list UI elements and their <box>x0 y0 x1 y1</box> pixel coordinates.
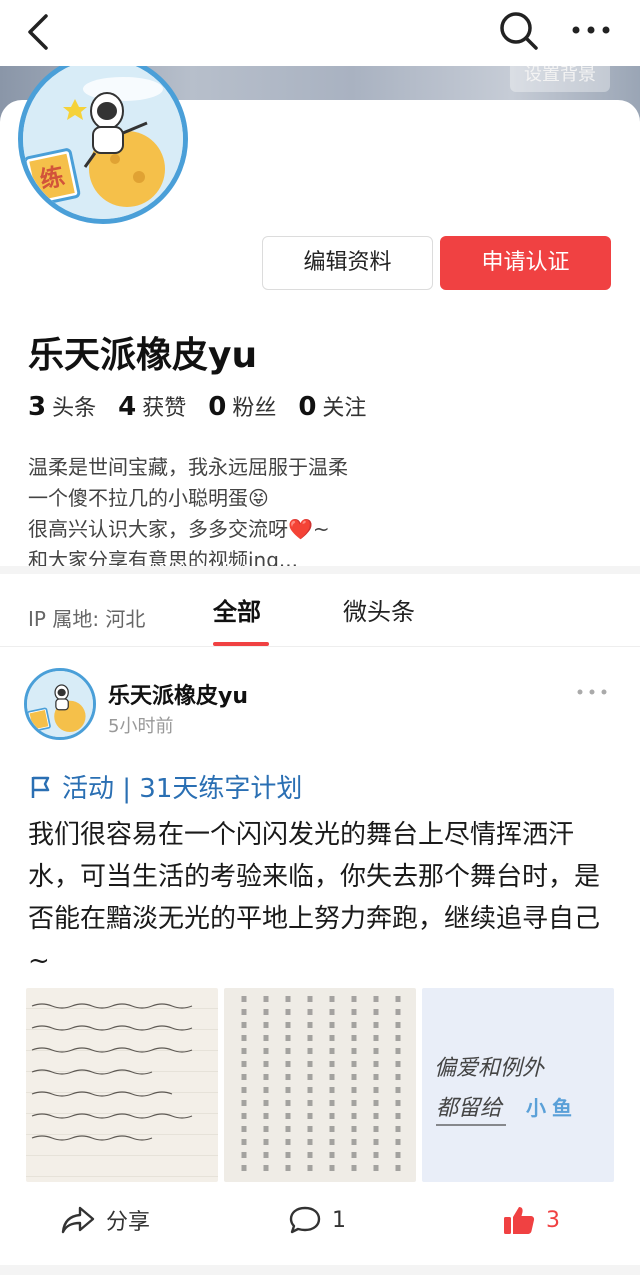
thumbs-up-icon <box>504 1207 535 1234</box>
back-icon[interactable] <box>18 10 62 54</box>
share-label: 分享 <box>106 1210 151 1235</box>
quote-line-1: 偏爱和例外 <box>434 1056 545 1081</box>
stat-number: 0 <box>298 392 317 422</box>
stat-likes[interactable]: 4 获赞 <box>118 390 186 422</box>
stat-label: 粉丝 <box>232 396 277 421</box>
bottom-divider <box>0 1265 640 1275</box>
profile-username: 乐天派橡皮yu <box>28 335 258 376</box>
quote-line-2: 都留给 <box>436 1096 503 1121</box>
share-icon <box>61 1206 95 1234</box>
comment-button[interactable]: 1 <box>288 1204 346 1236</box>
post-action-bar: 分享 1 3 <box>0 1196 640 1250</box>
stat-label: 获赞 <box>142 396 187 421</box>
profile-avatar[interactable]: 练 <box>18 54 188 224</box>
bio-line: 温柔是世间宝藏，我永远屈服于温柔 <box>28 455 348 479</box>
comment-icon <box>289 1206 321 1234</box>
top-bar <box>0 0 640 66</box>
stat-number: 0 <box>208 392 227 422</box>
activity-label: 活动 | 31天练字计划 <box>62 774 303 804</box>
bio-line: 很高兴认识大家，多多交流呀❤️~ <box>28 517 330 541</box>
activity-tag[interactable]: 活动 | 31天练字计划 <box>28 768 302 805</box>
post-timestamp: 5小时前 <box>108 716 174 737</box>
stat-headlines[interactable]: 3 头条 <box>28 390 96 422</box>
stat-followers[interactable]: 0 粉丝 <box>208 390 276 422</box>
post-author-name[interactable]: 乐天派橡皮yu <box>108 678 248 710</box>
search-icon[interactable] <box>496 8 542 54</box>
quote-highlight: 小鱼 <box>526 1096 578 1120</box>
tab-micro-headlines[interactable]: 微头条 <box>343 592 415 627</box>
like-count: 3 <box>546 1207 560 1233</box>
comment-count: 1 <box>332 1207 346 1233</box>
stat-number: 4 <box>118 392 137 422</box>
post-more-icon[interactable] <box>572 680 612 704</box>
stat-label: 头条 <box>52 396 97 421</box>
content-tabs: 全部 微头条 <box>0 574 640 646</box>
post-image-grid: 偏爱和例外 都留给 小鱼 <box>26 988 614 1182</box>
post-image-calligraphy[interactable] <box>224 988 416 1182</box>
edit-profile-button[interactable]: 编辑资料 <box>262 236 433 290</box>
post-image-handwriting[interactable] <box>26 988 218 1182</box>
bio-line: 一个傻不拉几的小聪明蛋😝 <box>28 486 269 510</box>
tabs-divider <box>0 646 640 647</box>
post-author-avatar[interactable] <box>24 668 96 740</box>
stat-label: 关注 <box>322 396 367 421</box>
stat-number: 3 <box>28 392 47 422</box>
apply-verification-button[interactable]: 申请认证 <box>440 236 611 290</box>
quote-underline <box>436 1124 506 1126</box>
stat-following[interactable]: 0 关注 <box>298 390 366 422</box>
section-divider <box>0 566 640 574</box>
post-body-text[interactable]: 我们很容易在一个闪闪发光的舞台上尽情挥洒汗水，可当生活的考验来临，你失去那个舞台… <box>28 814 618 982</box>
profile-bio: 温柔是世间宝藏，我永远屈服于温柔 一个傻不拉几的小聪明蛋😝 很高兴认识大家，多多… <box>28 452 348 576</box>
post-image-quote[interactable]: 偏爱和例外 都留给 小鱼 <box>422 988 614 1182</box>
tab-all[interactable]: 全部 <box>213 592 261 627</box>
flag-icon <box>31 776 50 798</box>
profile-stats: 3 头条 4 获赞 0 粉丝 0 关注 <box>28 390 366 422</box>
more-icon[interactable] <box>566 10 616 50</box>
share-button[interactable]: 分享 <box>60 1204 150 1236</box>
like-button[interactable]: 3 <box>502 1204 560 1236</box>
